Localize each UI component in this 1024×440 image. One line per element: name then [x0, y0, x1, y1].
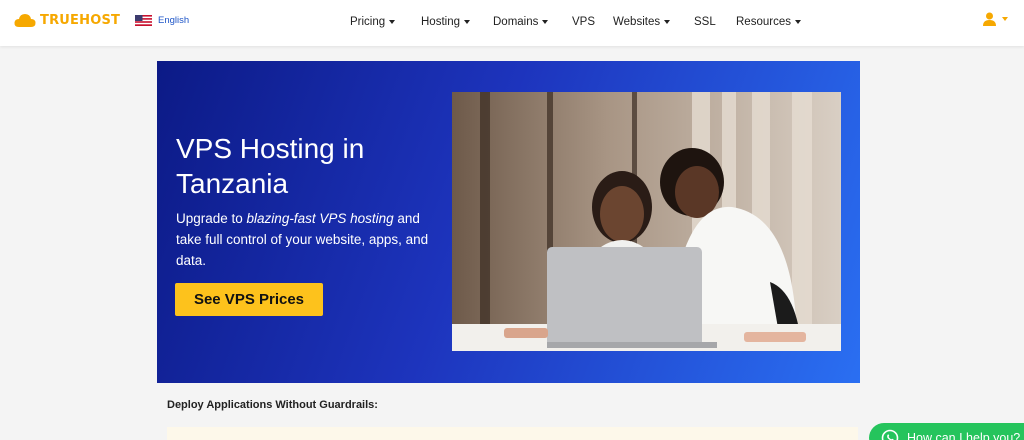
hero-banner: VPS Hosting in Tanzania Upgrade to blazi…: [157, 61, 860, 383]
nav-label: Websites: [613, 16, 661, 28]
caret-down-icon: [1002, 17, 1008, 21]
nav-label: VPS: [572, 16, 596, 28]
nav-label: Domains: [493, 16, 539, 28]
caret-down-icon: [464, 20, 470, 24]
nav-label: Resources: [736, 16, 791, 28]
subtitle-text: Upgrade to: [176, 211, 247, 226]
nav-item-pricing[interactable]: Pricing: [350, 13, 396, 31]
caret-down-icon: [794, 20, 801, 24]
section-heading: Deploy Applications Without Guardrails:: [167, 399, 378, 411]
nav-item-domains[interactable]: Domains: [493, 13, 549, 31]
chat-label: How can I help you?: [907, 431, 1021, 440]
user-icon: [983, 12, 996, 26]
nav-label: Hosting: [421, 16, 460, 28]
whatsapp-icon: [881, 429, 899, 440]
nav-item-vps[interactable]: VPS: [572, 13, 595, 31]
hero-title: VPS Hosting in Tanzania: [176, 133, 365, 199]
nav-item-websites[interactable]: Websites: [613, 13, 671, 31]
caret-down-icon: [542, 20, 549, 24]
main-nav: Pricing Hosting Domains VPS Websites SSL…: [0, 0, 1024, 46]
feature-box: [167, 427, 858, 440]
caret-down-icon: [389, 20, 396, 24]
whatsapp-chat-button[interactable]: How can I help you?: [869, 423, 1024, 440]
hero-photo: [452, 92, 841, 351]
user-account-menu[interactable]: [983, 12, 1008, 26]
nav-label: Pricing: [350, 16, 386, 28]
subtitle-emphasis: blazing-fast VPS hosting: [246, 211, 394, 226]
nav-item-resources[interactable]: Resources: [736, 13, 801, 31]
hero-subtitle: Upgrade to blazing-fast VPS hosting and …: [176, 208, 446, 271]
top-navigation-bar: TRUEHOST English Pricing Hosting Domains…: [0, 0, 1024, 46]
nav-item-hosting[interactable]: Hosting: [421, 13, 470, 31]
office-photo-illustration: [452, 92, 841, 351]
nav-label: SSL: [694, 16, 716, 28]
caret-down-icon: [664, 20, 671, 24]
nav-item-ssl[interactable]: SSL: [694, 13, 716, 31]
see-vps-prices-button[interactable]: See VPS Prices: [175, 283, 323, 316]
